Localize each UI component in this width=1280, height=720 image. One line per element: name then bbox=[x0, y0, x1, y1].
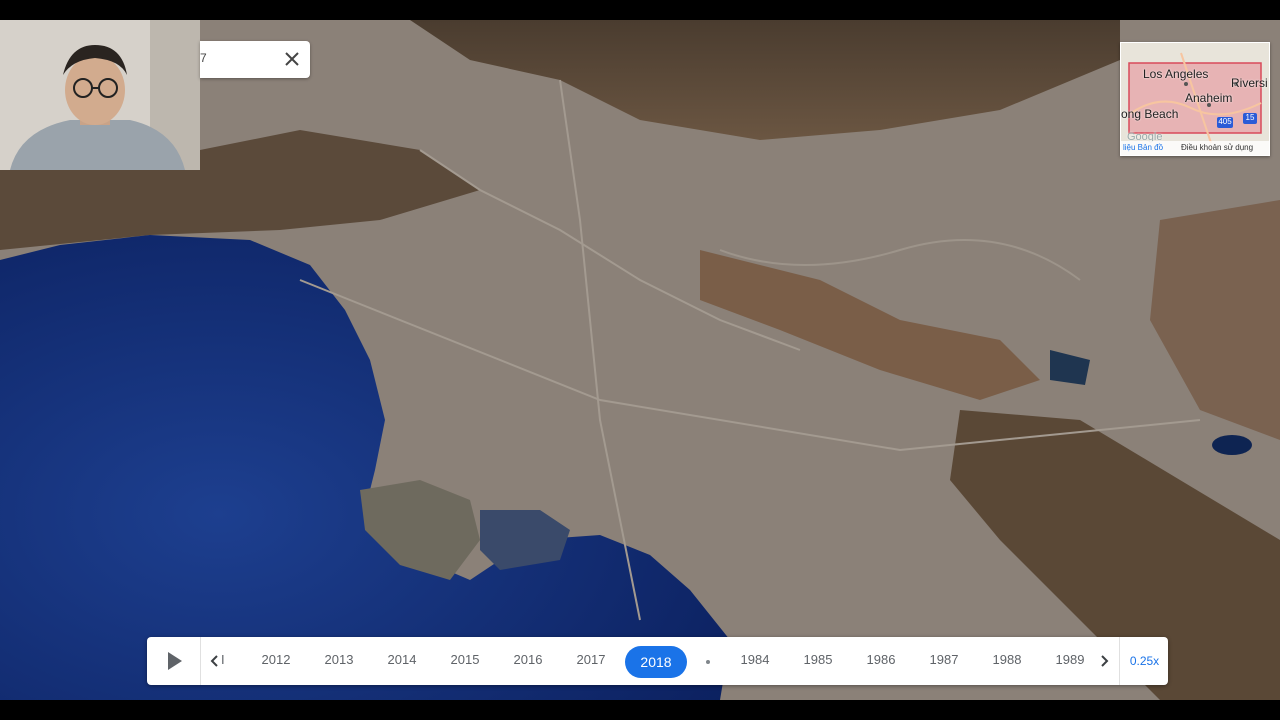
map-label-anaheim: Anaheim bbox=[1185, 91, 1233, 105]
top-letterbox bbox=[0, 0, 1280, 20]
timeline-separator-dot bbox=[706, 660, 710, 664]
speed-button[interactable]: 0.25x bbox=[1119, 637, 1169, 685]
interstate-15-shield: 15 bbox=[1243, 113, 1257, 124]
play-icon bbox=[168, 652, 182, 670]
overview-minimap[interactable]: Los Angeles Riversi Anaheim ong Beach 40… bbox=[1120, 42, 1270, 156]
lake bbox=[1212, 435, 1252, 455]
year-item[interactable]: 1984 bbox=[735, 652, 775, 667]
webcam-overlay bbox=[0, 20, 200, 170]
terms-link[interactable]: Điều khoản sử dụng bbox=[1181, 143, 1253, 152]
year-item[interactable]: 2012 bbox=[256, 652, 296, 667]
map-label-riverside: Riversi bbox=[1231, 76, 1268, 90]
map-data-link[interactable]: liệu Bản đồ bbox=[1123, 143, 1163, 152]
search-box[interactable]: 7 bbox=[200, 41, 310, 78]
year-item[interactable]: 1989 bbox=[1050, 652, 1090, 667]
presenter-video bbox=[0, 20, 200, 170]
year-item[interactable]: 2016 bbox=[508, 652, 548, 667]
year-item[interactable]: 1988 bbox=[987, 652, 1027, 667]
partial-year-label: I bbox=[221, 652, 225, 667]
close-icon[interactable] bbox=[282, 49, 302, 69]
timelapse-timeline: I 2012 2013 2014 2015 2016 2017 2018 1984 1985 19… bbox=[147, 637, 1168, 685]
year-item[interactable]: 2017 bbox=[571, 652, 611, 667]
year-item[interactable]: 2014 bbox=[382, 652, 422, 667]
year-item[interactable]: 1986 bbox=[861, 652, 901, 667]
map-label-los-angeles: Los Angeles bbox=[1143, 67, 1209, 81]
minimap-footer: liệu Bản đồ Điều khoản sử dụng bbox=[1121, 141, 1269, 155]
bottom-letterbox bbox=[0, 700, 1280, 720]
interstate-405-shield: 405 bbox=[1217, 117, 1233, 128]
map-label-long-beach: ong Beach bbox=[1121, 107, 1179, 121]
year-selected[interactable]: 2018 bbox=[625, 646, 687, 678]
play-button[interactable] bbox=[147, 637, 201, 685]
year-item[interactable]: 2015 bbox=[445, 652, 485, 667]
year-item[interactable]: 1987 bbox=[924, 652, 964, 667]
chevron-right-icon[interactable] bbox=[1096, 651, 1112, 671]
year-item[interactable]: 1985 bbox=[798, 652, 838, 667]
year-item[interactable]: 2013 bbox=[319, 652, 359, 667]
search-input[interactable]: 7 bbox=[200, 51, 207, 65]
